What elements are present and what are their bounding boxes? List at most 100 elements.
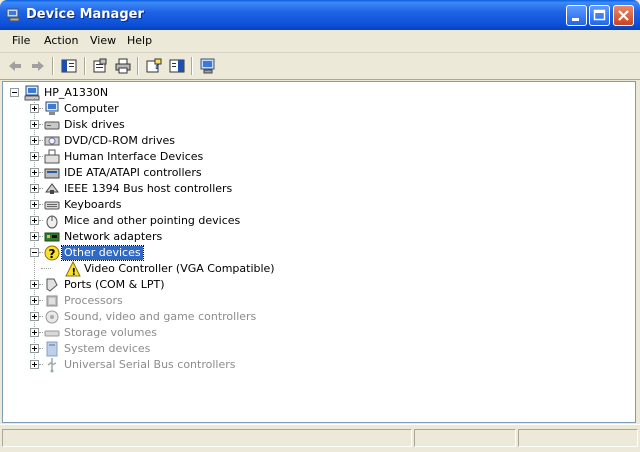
tree-category-label[interactable]: Other devices: [61, 245, 144, 261]
tree-category-network-adapters[interactable]: Network adapters: [29, 229, 429, 245]
expand-toggle[interactable]: [30, 152, 39, 161]
tree-category-label[interactable]: IEEE 1394 Bus host controllers: [62, 182, 234, 196]
mouse-icon: [46, 215, 58, 229]
show-hide-action-pane-button[interactable]: [167, 56, 187, 76]
show-hide-console-tree-button[interactable]: [59, 56, 79, 76]
tree-connector: [39, 204, 43, 205]
disk-drive-icon: [44, 121, 60, 130]
expand-toggle[interactable]: [30, 184, 39, 193]
tree-connector: [39, 284, 43, 285]
expand-toggle[interactable]: [30, 216, 39, 225]
expand-toggle[interactable]: [30, 344, 39, 353]
tree-category-ieee-1394-bus-host-controllers[interactable]: IEEE 1394 Bus host controllers: [29, 181, 429, 197]
status-panel-main: [2, 429, 412, 447]
device-manager-window: Device Manager File Action View Help ? H…: [0, 0, 640, 452]
maximize-button[interactable]: [589, 5, 610, 26]
collapse-toggle[interactable]: [30, 248, 39, 257]
back-button[interactable]: [5, 56, 25, 76]
hid-icon: [44, 149, 60, 164]
tree-connector: [39, 172, 43, 173]
expand-toggle[interactable]: [30, 312, 39, 321]
tree-category-label[interactable]: Computer: [62, 102, 121, 116]
menu-action[interactable]: Action: [44, 34, 78, 47]
close-button[interactable]: [613, 5, 634, 26]
tree-category-label[interactable]: System devices: [62, 342, 152, 356]
port-icon: [46, 278, 58, 292]
tree-category-other-devices[interactable]: ? Other devices: [29, 245, 429, 261]
print-icon: [115, 58, 131, 74]
tree-root[interactable]: HP_A1330N: [9, 85, 209, 101]
tree-category-processors[interactable]: Processors: [29, 293, 429, 309]
tree-device-label[interactable]: Video Controller (VGA Compatible): [82, 262, 277, 276]
tree-connector: [39, 300, 43, 301]
tree-category-label[interactable]: Keyboards: [62, 198, 123, 212]
forward-icon: [32, 61, 44, 71]
expand-toggle[interactable]: [30, 360, 39, 369]
tree-category-label[interactable]: Mice and other pointing devices: [62, 214, 242, 228]
back-icon: [9, 61, 21, 71]
expand-toggle[interactable]: [30, 280, 39, 289]
expand-toggle[interactable]: [30, 120, 39, 129]
title-bar[interactable]: Device Manager: [0, 0, 640, 30]
toolbar-separator: [84, 57, 86, 75]
network-adapter-icon: [44, 232, 60, 242]
expand-toggle[interactable]: [30, 200, 39, 209]
scan-hardware-button[interactable]: [198, 56, 218, 76]
collapse-toggle[interactable]: [10, 88, 19, 97]
tree-category-human-interface-devices[interactable]: Human Interface Devices: [29, 149, 429, 165]
usb-icon: [47, 358, 57, 373]
tree-category-sound-video-and-game-controllers[interactable]: Sound, video and game controllers: [29, 309, 429, 325]
menu-file[interactable]: File: [12, 34, 30, 47]
tree-category-label[interactable]: Human Interface Devices: [62, 150, 205, 164]
tree-connector: [39, 108, 43, 109]
tree-root-label[interactable]: HP_A1330N: [42, 86, 110, 100]
tree-category-label[interactable]: Network adapters: [62, 230, 164, 244]
tree-connector: [41, 268, 51, 269]
device-tree[interactable]: HP_A1330N Computer Disk drives DVD/CD-ROM …: [2, 81, 636, 423]
tree-category-label[interactable]: IDE ATA/ATAPI controllers: [62, 166, 204, 180]
tree-category-label[interactable]: Processors: [62, 294, 125, 308]
tree-category-label[interactable]: Disk drives: [62, 118, 127, 132]
menu-help[interactable]: Help: [127, 34, 152, 47]
computer-icon: [45, 101, 59, 115]
menu-view[interactable]: View: [90, 34, 116, 47]
tree-category-storage-volumes[interactable]: Storage volumes: [29, 325, 429, 341]
expand-toggle[interactable]: [30, 328, 39, 337]
tree-category-label[interactable]: Storage volumes: [62, 326, 159, 340]
minimize-button[interactable]: [566, 5, 587, 26]
tree-category-ide-ata-atapi-controllers[interactable]: IDE ATA/ATAPI controllers: [29, 165, 429, 181]
tree-category-system-devices[interactable]: System devices: [29, 341, 429, 357]
tree-category-keyboards[interactable]: Keyboards: [29, 197, 429, 213]
expand-toggle[interactable]: [30, 232, 39, 241]
tree-category-label[interactable]: DVD/CD-ROM drives: [62, 134, 177, 148]
expand-toggle[interactable]: [30, 104, 39, 113]
tree-category-dvd-cd-rom-drives[interactable]: DVD/CD-ROM drives: [29, 133, 429, 149]
window-title: Device Manager: [26, 7, 144, 22]
help-button[interactable]: ?: [144, 56, 164, 76]
status-panel-2: [414, 429, 516, 447]
print-button[interactable]: [113, 56, 133, 76]
tree-category-computer[interactable]: Computer: [29, 101, 429, 117]
unknown-device-icon: ?: [44, 245, 60, 261]
properties-button[interactable]: [90, 56, 110, 76]
expand-toggle[interactable]: [30, 168, 39, 177]
toolbar: ?: [0, 53, 640, 80]
properties-icon: [93, 58, 107, 73]
tree-connector: [39, 348, 43, 349]
tree-category-label[interactable]: Universal Serial Bus controllers: [62, 358, 237, 372]
tree-category-mice-and-other-pointing-devices[interactable]: Mice and other pointing devices: [29, 213, 429, 229]
expand-toggle[interactable]: [30, 296, 39, 305]
svg-text:!: !: [72, 267, 77, 277]
tree-category-label[interactable]: Ports (COM & LPT): [62, 278, 167, 292]
tree-category-label[interactable]: Sound, video and game controllers: [62, 310, 258, 324]
expand-toggle[interactable]: [30, 136, 39, 145]
device-manager-icon: [6, 8, 20, 22]
menu-bar: File Action View Help: [0, 30, 640, 53]
forward-button[interactable]: [28, 56, 48, 76]
storage-volume-icon: [44, 330, 60, 337]
tree-category-disk-drives[interactable]: Disk drives: [29, 117, 429, 133]
tree-category-universal-serial-bus-controllers[interactable]: Universal Serial Bus controllers: [29, 357, 429, 373]
tree-category-ports-com-lpt[interactable]: Ports (COM & LPT): [29, 277, 429, 293]
cdrom-icon: [44, 136, 60, 146]
tree-device-item[interactable]: ! Video Controller (VGA Compatible): [41, 261, 447, 277]
